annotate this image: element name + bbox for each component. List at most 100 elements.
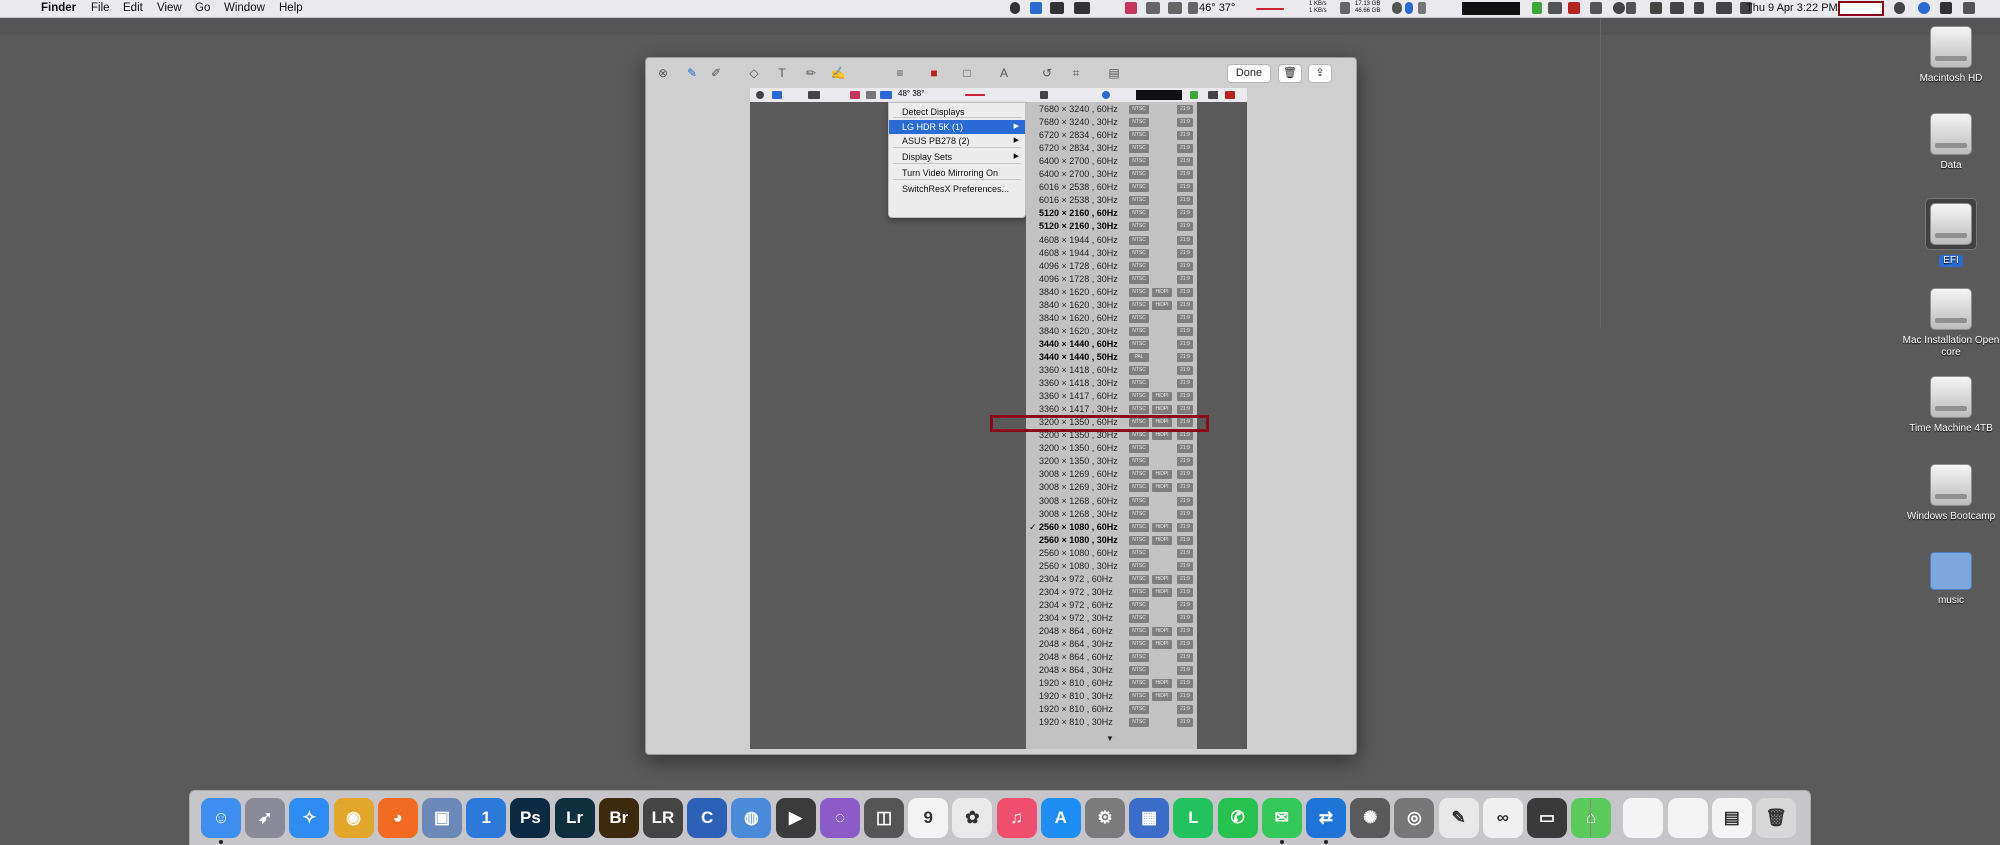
resolution-item[interactable]: 3360 × 1418 , 60Hz NTSC 21:9: [1026, 364, 1197, 377]
d-app-icon[interactable]: [1532, 2, 1542, 14]
safari-icon[interactable]: ✧: [289, 798, 330, 838]
window-thumb-1-icon[interactable]: [1623, 798, 1664, 838]
resolution-item[interactable]: 3008 × 1268 , 30Hz NTSC 21:9: [1026, 508, 1197, 521]
m-app-icon[interactable]: [1568, 2, 1580, 14]
clock[interactable]: Thu 9 Apr 3:22 PM: [1746, 1, 1838, 15]
resolution-item[interactable]: 6400 × 2700 , 60Hz NTSC 21:9: [1026, 155, 1197, 168]
resolution-item[interactable]: 3008 × 1269 , 30Hz NTSC HiDPI 21:9: [1026, 481, 1197, 494]
desktop-icon[interactable]: EFI: [1896, 198, 2000, 268]
photos-icon[interactable]: ✿: [952, 798, 993, 838]
compressor-icon[interactable]: ◫: [864, 798, 904, 838]
resolution-item[interactable]: 6016 × 2538 , 60Hz NTSC 21:9: [1026, 181, 1197, 194]
home-icon[interactable]: ⌂: [1571, 798, 1612, 838]
resolution-item[interactable]: 3840 × 1620 , 60Hz NTSC HiDPI 21:9: [1026, 286, 1197, 299]
resolution-item[interactable]: 1920 × 810 , 30Hz NTSC 21:9: [1026, 716, 1197, 729]
resolution-item[interactable]: 6720 × 2834 , 30Hz NTSC 21:9: [1026, 142, 1197, 155]
status-circle-icon[interactable]: [1010, 2, 1020, 14]
resolution-item[interactable]: 3360 × 1418 , 30Hz NTSC 21:9: [1026, 377, 1197, 390]
time-machine-icon[interactable]: [1613, 2, 1625, 14]
messages-icon[interactable]: ✉: [1261, 798, 1302, 838]
menu-item-display[interactable]: SwitchResX Preferences...: [889, 182, 1025, 196]
lock-icon[interactable]: [1590, 2, 1602, 14]
resolution-item[interactable]: 5120 × 2160 , 60Hz NTSC 21:9: [1026, 207, 1197, 220]
spotlight-icon[interactable]: [1894, 2, 1905, 14]
resolution-item[interactable]: 4096 × 1728 , 60Hz NTSC 21:9: [1026, 260, 1197, 273]
blue-dot-icon[interactable]: [1405, 2, 1413, 14]
menu-item-display[interactable]: LG HDR 5K (1) ▶: [889, 120, 1025, 134]
resolution-item[interactable]: 6016 × 2538 , 30Hz NTSC 21:9: [1026, 194, 1197, 207]
teamviewer-icon[interactable]: ⇄: [1306, 798, 1346, 838]
screen-icon[interactable]: [1050, 2, 1064, 14]
istat-icon[interactable]: ✺: [1350, 798, 1391, 838]
delete-button[interactable]: 🗑: [1278, 64, 1302, 83]
resolution-item[interactable]: 6720 × 2834 , 60Hz NTSC 21:9: [1026, 129, 1197, 142]
menu-view[interactable]: View: [157, 1, 182, 16]
scroll-down-arrow-icon[interactable]: ▼: [1106, 734, 1114, 743]
line-style-icon[interactable]: ≡: [892, 66, 908, 80]
notification-center-icon[interactable]: [1963, 2, 1975, 14]
shapes-icon[interactable]: ◇: [746, 66, 762, 80]
resolution-item[interactable]: 3440 × 1440 , 50Hz PAL 21:9: [1026, 351, 1197, 364]
share-button[interactable]: ⇪: [1308, 64, 1332, 83]
airplay-icon[interactable]: [1670, 2, 1684, 14]
desktop-icon[interactable]: Time Machine 4TB: [1896, 376, 2000, 435]
textedit-icon[interactable]: ✎: [1438, 798, 1479, 838]
firefox-icon[interactable]: ◕: [377, 798, 418, 838]
annotate-icon[interactable]: ▤: [1106, 66, 1122, 80]
menu-item-display[interactable]: Turn Video Mirroring On: [889, 166, 1025, 180]
resolution-item[interactable]: 7680 × 3240 , 60Hz NTSC 21:9: [1026, 103, 1197, 116]
trash-icon[interactable]: 🗑: [1756, 798, 1796, 838]
resolution-item[interactable]: 5120 × 2160 , 30Hz NTSC 21:9: [1026, 220, 1197, 233]
fcp-icon[interactable]: ▶: [775, 798, 816, 838]
volume-icon[interactable]: [1716, 2, 1732, 14]
window-thumb-3-icon[interactable]: ▤: [1711, 798, 1752, 838]
menu-item-display[interactable]: Display Sets ▶: [889, 150, 1025, 164]
system-preferences-icon[interactable]: ⚙: [1085, 798, 1125, 838]
lrtimelapse-icon[interactable]: LR: [643, 798, 683, 838]
siri-icon[interactable]: [1918, 2, 1930, 14]
appstore-icon[interactable]: A: [1040, 798, 1081, 838]
resolution-item[interactable]: 4096 × 1728 , 30Hz NTSC 21:9: [1026, 273, 1197, 286]
desktop-icon[interactable]: Data: [1896, 113, 2000, 172]
resolution-item[interactable]: 4608 × 1944 , 60Hz NTSC 21:9: [1026, 234, 1197, 247]
globe-menu-icon[interactable]: [1392, 2, 1402, 14]
text-icon[interactable]: T: [774, 66, 790, 80]
wifi-icon[interactable]: [1650, 2, 1662, 14]
fill-color-icon[interactable]: □: [959, 66, 975, 80]
resolution-item[interactable]: 3440 × 1440 , 60Hz NTSC 21:9: [1026, 338, 1197, 351]
resolution-item[interactable]: 3840 × 1620 , 60Hz NTSC 21:9: [1026, 312, 1197, 325]
draw-icon[interactable]: ✐: [708, 66, 724, 80]
resolution-item[interactable]: 6400 × 2700 , 30Hz NTSC 21:9: [1026, 168, 1197, 181]
desktop-icon[interactable]: Mac Installation Open core: [1896, 288, 2000, 359]
bridge-icon[interactable]: Br: [598, 798, 639, 838]
calendar-icon[interactable]: 9: [908, 798, 949, 838]
resolution-item[interactable]: 2304 × 972 , 30Hz NTSC HiDPI 21:9: [1026, 586, 1197, 599]
desktop-icon[interactable]: Macintosh HD: [1896, 26, 2000, 85]
line-icon[interactable]: L: [1173, 798, 1214, 838]
sketch-icon[interactable]: ✎: [684, 66, 700, 80]
resolution-item[interactable]: 3360 × 1417 , 60Hz NTSC HiDPI 21:9: [1026, 390, 1197, 403]
photoshop-icon[interactable]: Ps: [510, 798, 551, 838]
resolution-item[interactable]: 1920 × 810 , 60Hz NTSC 21:9: [1026, 703, 1197, 716]
menu-go[interactable]: Go: [195, 1, 210, 16]
menu-window[interactable]: Window: [224, 1, 265, 16]
highlight-icon[interactable]: ✏: [803, 66, 819, 80]
music-icon[interactable]: ♫: [996, 798, 1037, 838]
camera-icon[interactable]: [1548, 2, 1562, 14]
desktop-icon[interactable]: music: [1896, 552, 2000, 607]
lightroom-icon[interactable]: Lr: [554, 798, 595, 838]
bluetooth-icon[interactable]: [1626, 2, 1636, 14]
record-icon[interactable]: [1125, 2, 1137, 14]
window-thumb-2-icon[interactable]: [1667, 798, 1708, 838]
resolution-item[interactable]: ✓ 2560 × 1080 , 60Hz NTSC HiDPI 21:9: [1026, 521, 1197, 534]
finder-icon[interactable]: ☺: [201, 798, 241, 838]
display-icon[interactable]: [1146, 2, 1160, 14]
menu-file[interactable]: File: [91, 1, 110, 16]
battery-icon[interactable]: [1418, 2, 1426, 14]
disk-icon[interactable]: [1340, 2, 1350, 14]
resolution-item[interactable]: 2048 × 864 , 30Hz NTSC HiDPI 21:9: [1026, 638, 1197, 651]
screenshot-icon[interactable]: ◎: [1394, 798, 1435, 838]
text-style-icon[interactable]: A: [996, 66, 1012, 80]
done-button[interactable]: Done: [1227, 64, 1271, 83]
a-app-icon[interactable]: [1940, 2, 1952, 14]
